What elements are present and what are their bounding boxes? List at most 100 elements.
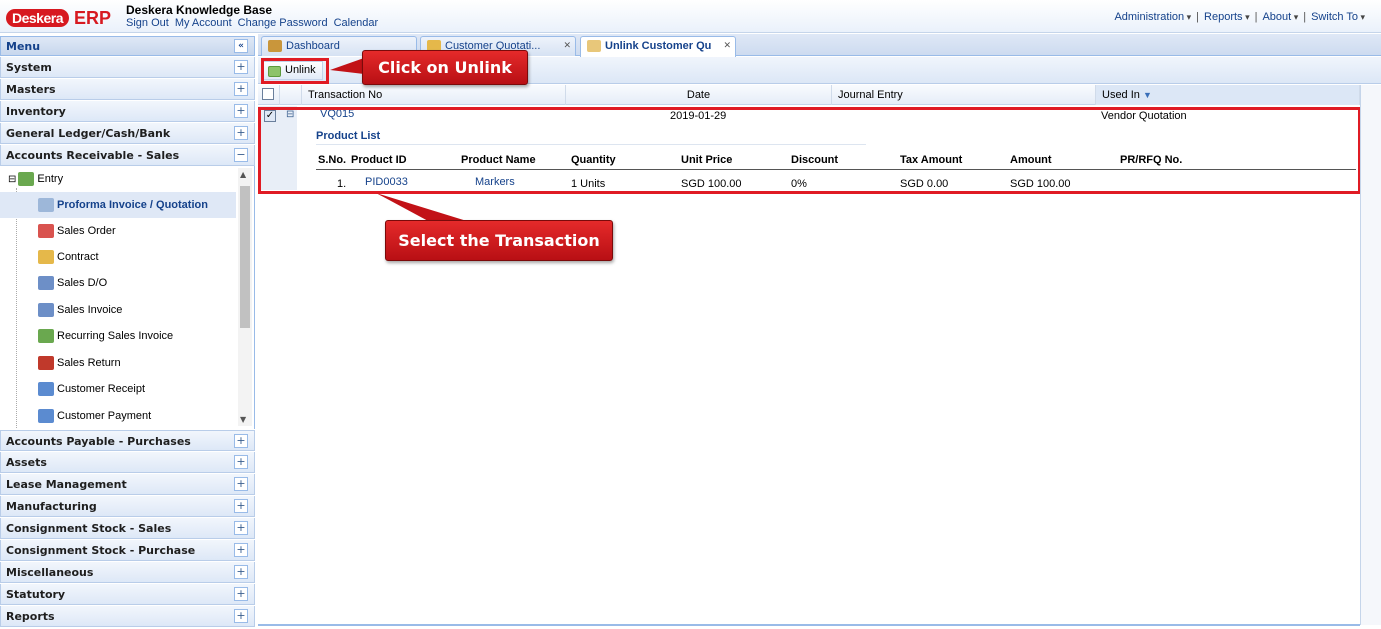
sidebar-section-inventory[interactable]: Inventory + <box>0 101 255 122</box>
calendar-link[interactable]: Calendar <box>334 17 379 29</box>
column-transaction-no[interactable]: Transaction No <box>302 85 566 105</box>
section-label: Consignment Stock - Purchase <box>6 544 196 557</box>
customer-receipt-icon <box>38 382 54 396</box>
quotation-icon <box>38 198 54 212</box>
tree-item-customer-payment[interactable]: Customer Payment <box>0 403 236 429</box>
my-account-link[interactable]: My Account <box>175 17 232 29</box>
sidebar-section-statutory[interactable]: Statutory + <box>0 584 255 605</box>
customer-payment-icon <box>38 409 54 423</box>
column-journal-entry[interactable]: Journal Entry <box>832 85 1096 105</box>
sidebar-section-general-ledger[interactable]: General Ledger/Cash/Bank + <box>0 123 255 144</box>
tree-item-contract[interactable]: Contract <box>0 244 236 270</box>
expand-icon[interactable]: + <box>234 499 248 513</box>
section-label: Statutory <box>6 588 66 601</box>
collapse-icon[interactable]: − <box>234 148 248 162</box>
expand-icon[interactable]: + <box>234 609 248 623</box>
grid-scrollbar[interactable] <box>1360 85 1381 625</box>
section-label: Reports <box>6 610 55 623</box>
column-label: Journal Entry <box>838 89 903 101</box>
expand-icon[interactable]: + <box>234 104 248 118</box>
grid-header: Transaction No Date Journal Entry Used I… <box>258 85 1360 105</box>
dashboard-icon <box>268 40 282 52</box>
expand-icon[interactable]: + <box>234 82 248 96</box>
expand-icon[interactable]: + <box>234 126 248 140</box>
scroll-down-icon[interactable]: ▼ <box>240 415 246 424</box>
tree-item-label: Proforma Invoice / Quotation <box>57 199 208 211</box>
select-transaction-callout: Select the Transaction <box>385 220 613 261</box>
column-label: Used In <box>1102 89 1140 101</box>
scrollbar-thumb[interactable] <box>240 186 250 328</box>
delivery-order-icon <box>38 276 54 290</box>
expand-icon[interactable]: + <box>234 587 248 601</box>
sidebar-section-accounts-payable[interactable]: Accounts Payable - Purchases + <box>0 430 255 451</box>
expand-icon[interactable]: + <box>234 543 248 557</box>
sidebar-section-accounts-receivable[interactable]: Accounts Receivable - Sales − <box>0 145 255 166</box>
expand-icon[interactable]: + <box>234 565 248 579</box>
tree-scrollbar[interactable]: ▲ ▼ <box>238 168 252 426</box>
tree-item-sales-order[interactable]: Sales Order <box>0 218 236 244</box>
tree-item-sales-return[interactable]: Sales Return <box>0 350 236 376</box>
tree-item-label: Sales Return <box>57 357 121 369</box>
transaction-callout-pointer <box>376 193 470 222</box>
tree-item-label: Customer Receipt <box>57 383 146 395</box>
unlink-highlight-box <box>261 58 329 84</box>
knowledge-base-title: Deskera Knowledge Base <box>126 3 273 17</box>
expand-icon[interactable]: + <box>234 455 248 469</box>
section-label: Lease Management <box>6 478 127 491</box>
sign-out-link[interactable]: Sign Out <box>126 17 169 29</box>
tree-item-sales-do[interactable]: Sales D/O <box>0 270 236 296</box>
tab-label: Dashboard <box>286 40 340 52</box>
tree-collapse-icon[interactable]: ⊟ <box>8 174 16 185</box>
tree-item-customer-receipt[interactable]: Customer Receipt <box>0 376 236 402</box>
tree-item-label: Sales D/O <box>57 277 108 289</box>
recurring-invoice-icon <box>38 329 54 343</box>
select-all-checkbox[interactable] <box>262 88 274 100</box>
sidebar-section-assets[interactable]: Assets + <box>0 452 255 473</box>
scroll-up-icon[interactable]: ▲ <box>240 170 246 179</box>
sidebar-section-reports[interactable]: Reports + <box>0 606 255 627</box>
expand-icon[interactable]: + <box>234 434 248 448</box>
sidebar-section-miscellaneous[interactable]: Miscellaneous + <box>0 562 255 583</box>
app-header: Deskera ERP Deskera Knowledge Base Sign … <box>0 0 1381 33</box>
expand-icon[interactable]: + <box>234 521 248 535</box>
account-links: Sign Out My Account Change Password Cale… <box>126 17 378 29</box>
sidebar-section-lease-management[interactable]: Lease Management + <box>0 474 255 495</box>
sidebar-section-masters[interactable]: Masters + <box>0 79 255 100</box>
section-label: General Ledger/Cash/Bank <box>6 127 171 140</box>
about-menu[interactable]: About <box>1262 11 1298 23</box>
tree-item-recurring-sales-invoice[interactable]: Recurring Sales Invoice <box>0 323 236 349</box>
tab-label: Unlink Customer Qu <box>605 40 712 52</box>
top-right-menu: Administration | Reports | About | Switc… <box>1114 11 1365 23</box>
sales-invoice-icon <box>38 303 54 317</box>
column-date[interactable]: Date <box>566 85 832 105</box>
column-used-in[interactable]: Used In ▼ <box>1096 85 1360 105</box>
sidebar-section-consignment-sales[interactable]: Consignment Stock - Sales + <box>0 518 255 539</box>
sidebar-section-manufacturing[interactable]: Manufacturing + <box>0 496 255 517</box>
sidebar-section-consignment-purchase[interactable]: Consignment Stock - Purchase + <box>0 540 255 561</box>
expand-icon[interactable]: + <box>234 60 248 74</box>
change-password-link[interactable]: Change Password <box>238 17 328 29</box>
section-label: Assets <box>6 456 47 469</box>
section-label: Masters <box>6 83 56 96</box>
callout-text: Click on Unlink <box>378 58 512 77</box>
sidebar-section-system[interactable]: System + <box>0 57 255 78</box>
collapse-panel-icon[interactable]: « <box>234 39 248 53</box>
administration-menu[interactable]: Administration <box>1114 11 1191 23</box>
menu-separator: | <box>1254 11 1258 23</box>
close-tab-icon[interactable]: ✕ <box>723 40 731 51</box>
menu-separator: | <box>1303 11 1307 23</box>
tree-item-proforma-invoice[interactable]: Proforma Invoice / Quotation <box>0 192 236 218</box>
reports-menu[interactable]: Reports <box>1204 11 1250 23</box>
tree-item-label: Recurring Sales Invoice <box>57 330 174 342</box>
close-tab-icon[interactable]: ✕ <box>563 40 571 51</box>
tab-unlink-customer-quotation[interactable]: Unlink Customer Qu ✕ <box>580 36 736 57</box>
menu-title: Menu <box>6 40 41 53</box>
tree-node-entry[interactable]: ⊟ Entry <box>8 166 244 192</box>
tree-item-label: Contract <box>57 251 99 263</box>
tree-item-sales-invoice[interactable]: Sales Invoice <box>0 297 236 323</box>
switch-to-menu[interactable]: Switch To <box>1311 11 1365 23</box>
contract-icon <box>38 250 54 264</box>
expand-icon[interactable]: + <box>234 477 248 491</box>
callout-text: Select the Transaction <box>398 231 600 250</box>
section-label: Inventory <box>6 105 66 118</box>
